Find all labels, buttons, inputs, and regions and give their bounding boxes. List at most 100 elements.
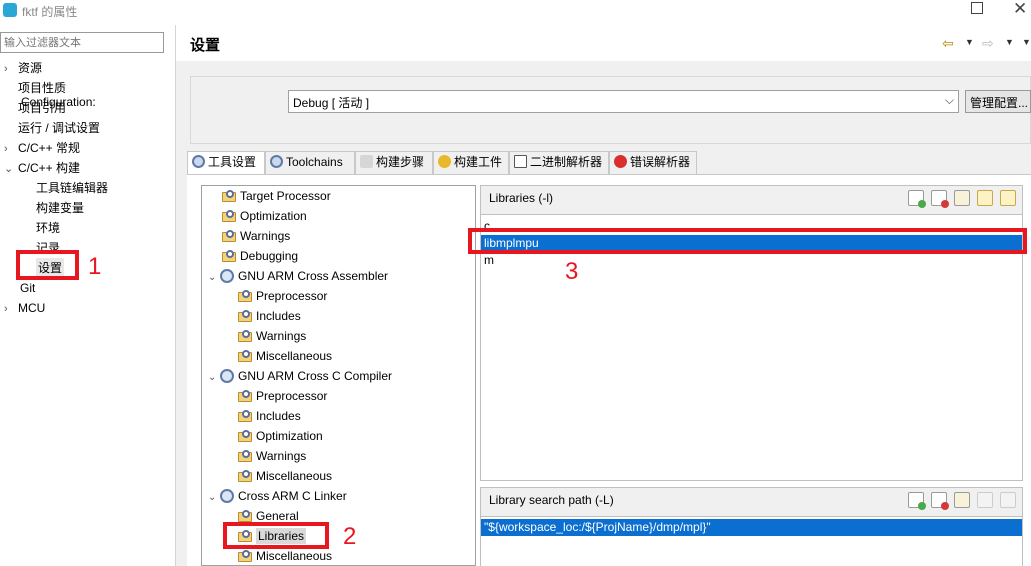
- configuration-select[interactable]: Debug [ 活动 ] ⌵: [288, 90, 959, 113]
- collapse-icon[interactable]: ⌄: [208, 368, 220, 388]
- tree-item-cpp-build[interactable]: ⌄ C/C++ 构建: [4, 158, 80, 178]
- tab-binary-parser[interactable]: 二进制解析器: [509, 151, 609, 174]
- title-bar: fktf 的属性 ✕: [0, 0, 1031, 22]
- tree-item-run-debug-settings[interactable]: 运行 / 调试设置: [18, 118, 100, 138]
- tree-item-asm-preprocessor[interactable]: Preprocessor: [238, 286, 327, 306]
- configuration-label: Configuration:: [21, 95, 96, 109]
- tree-item-label: Miscellaneous: [256, 469, 333, 483]
- annotation-box-library-item: [468, 228, 1027, 254]
- tool-settings-icon: [192, 155, 205, 168]
- tree-item-asm-includes[interactable]: Includes: [238, 306, 301, 326]
- tree-item-cc-optimization[interactable]: Optimization: [238, 426, 323, 446]
- library-search-path-list[interactable]: "${workspace_loc:/${ProjName}/dmp/mpl}": [481, 516, 1022, 566]
- tree-item-git[interactable]: Git: [20, 278, 35, 298]
- view-menu-icon[interactable]: ▼: [1022, 37, 1031, 47]
- forward-arrow-icon[interactable]: ⇨: [982, 35, 994, 52]
- tree-item-target-processor[interactable]: Target Processor: [222, 186, 331, 206]
- maximize-button[interactable]: [971, 2, 983, 14]
- tree-item-gnu-arm-cross-c-compiler[interactable]: ⌄ GNU ARM Cross C Compiler: [208, 366, 392, 386]
- tab-build-steps[interactable]: 构建步骤: [355, 151, 433, 174]
- tab-label: 二进制解析器: [530, 155, 603, 169]
- expand-icon[interactable]: ›: [4, 139, 18, 159]
- back-arrow-icon[interactable]: ⇦: [942, 35, 954, 52]
- tree-item-label: Preprocessor: [256, 289, 328, 303]
- tab-tool-settings[interactable]: 工具设置: [187, 151, 265, 175]
- tree-item-cross-arm-c-linker[interactable]: ⌄ Cross ARM C Linker: [208, 486, 347, 506]
- move-down-icon[interactable]: [1000, 492, 1016, 508]
- tree-item-debugging[interactable]: Debugging: [222, 246, 298, 266]
- tree-item-asm-miscellaneous[interactable]: Miscellaneous: [238, 346, 332, 366]
- option-category-icon: [238, 510, 252, 522]
- tree-item-cc-preprocessor[interactable]: Preprocessor: [238, 386, 327, 406]
- chevron-down-icon: ⌵: [944, 93, 954, 107]
- move-up-icon[interactable]: [977, 190, 993, 206]
- tree-item-build-variables[interactable]: 构建变量: [36, 198, 84, 218]
- tree-item-cpp-general[interactable]: › C/C++ 常规: [4, 138, 80, 158]
- window-title: fktf 的属性: [22, 5, 78, 19]
- tree-item-asm-warnings[interactable]: Warnings: [238, 326, 306, 346]
- annotation-number: 3: [565, 258, 579, 285]
- move-up-icon[interactable]: [977, 492, 993, 508]
- close-button[interactable]: ✕: [1013, 0, 1027, 19]
- libraries-toolbar: [901, 190, 1016, 208]
- collapse-icon[interactable]: ⌄: [208, 268, 220, 288]
- filter-input[interactable]: [0, 32, 164, 53]
- tab-label: Toolchains: [286, 155, 343, 169]
- manage-configurations-button[interactable]: 管理配置...: [965, 90, 1031, 113]
- delete-icon[interactable]: [931, 492, 949, 510]
- tree-item-toolchain-editor[interactable]: 工具链编辑器: [36, 178, 108, 198]
- tree-item-cc-includes[interactable]: Includes: [238, 406, 301, 426]
- option-category-icon: [238, 390, 252, 402]
- tree-item-label: C/C++ 常规: [18, 141, 81, 155]
- edit-icon[interactable]: [954, 190, 970, 206]
- add-icon[interactable]: [908, 492, 926, 510]
- tree-item-environment[interactable]: 环境: [36, 218, 60, 238]
- option-category-icon: [222, 210, 236, 222]
- tree-item-label: Warnings: [240, 229, 291, 243]
- tab-error-parser[interactable]: 错误解析器: [609, 151, 697, 174]
- tree-item-linker-miscellaneous[interactable]: Miscellaneous: [238, 546, 333, 565]
- tree-item-resources[interactable]: › 资源: [4, 58, 42, 78]
- tree-item-label: Preprocessor: [256, 389, 328, 403]
- tree-item-optimization[interactable]: Optimization: [222, 206, 307, 226]
- tree-item-warnings[interactable]: Warnings: [222, 226, 290, 246]
- list-item-selected[interactable]: "${workspace_loc:/${ProjName}/dmp/mpl}": [481, 519, 1022, 536]
- tab-toolchains[interactable]: Toolchains: [265, 151, 355, 174]
- tree-item-label: Includes: [256, 409, 301, 423]
- option-category-icon: [238, 450, 252, 462]
- tree-item-label: Target Processor: [240, 189, 331, 203]
- expand-icon[interactable]: ›: [4, 299, 18, 319]
- tree-item-label: GNU ARM Cross C Compiler: [238, 369, 393, 383]
- tool-icon: [220, 369, 234, 383]
- tree-item-cc-miscellaneous[interactable]: Miscellaneous: [238, 466, 332, 486]
- tree-item-mcu[interactable]: › MCU: [4, 298, 45, 318]
- edit-icon[interactable]: [954, 492, 970, 508]
- tree-item-label: Warnings: [256, 449, 307, 463]
- option-category-icon: [238, 550, 252, 562]
- add-icon[interactable]: [908, 190, 926, 208]
- tree-item-label: MCU: [18, 301, 46, 315]
- configuration-value: Debug [ 活动 ]: [293, 96, 370, 110]
- list-item[interactable]: m: [481, 252, 1022, 269]
- option-category-icon: [222, 190, 236, 202]
- tree-item-label: Miscellaneous: [256, 349, 333, 363]
- tree-item-label: Optimization: [240, 209, 307, 223]
- collapse-icon[interactable]: ⌄: [208, 488, 220, 508]
- tree-item-gnu-arm-cross-assembler[interactable]: ⌄ GNU ARM Cross Assembler: [208, 266, 388, 286]
- tab-label: 构建步骤: [376, 155, 425, 169]
- app-icon: [3, 3, 17, 17]
- tab-build-artifact[interactable]: 构建工件: [433, 151, 509, 174]
- tree-item-cc-warnings[interactable]: Warnings: [238, 446, 306, 466]
- forward-dropdown-icon[interactable]: ▼: [1005, 37, 1014, 47]
- back-dropdown-icon[interactable]: ▼: [965, 37, 974, 47]
- tree-item-label: 工具链编辑器: [36, 181, 109, 195]
- tool-settings-tree: Target Processor Optimization Warnings D…: [201, 185, 476, 566]
- tab-label: 工具设置: [208, 155, 257, 169]
- tree-item-label: Miscellaneous: [256, 549, 333, 563]
- library-path-toolbar: [901, 492, 1016, 510]
- delete-icon[interactable]: [931, 190, 949, 208]
- move-down-icon[interactable]: [1000, 190, 1016, 206]
- collapse-icon[interactable]: ⌄: [4, 159, 18, 179]
- expand-icon[interactable]: ›: [4, 59, 18, 79]
- option-category-icon: [238, 290, 252, 302]
